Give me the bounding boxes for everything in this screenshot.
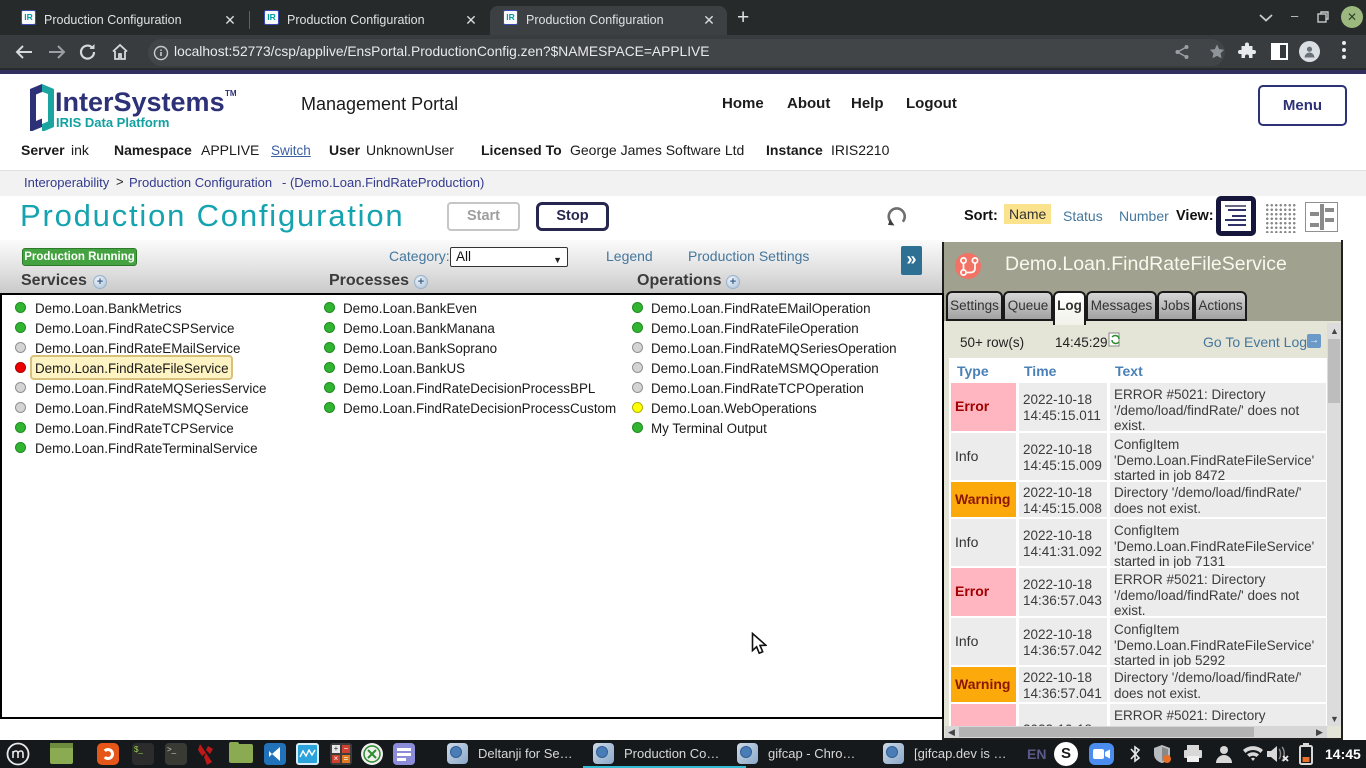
svg-text:TM: TM xyxy=(225,89,237,98)
svg-text:InterSystems: InterSystems xyxy=(55,87,225,117)
svg-text:IRIS Data Platform: IRIS Data Platform xyxy=(56,115,169,130)
